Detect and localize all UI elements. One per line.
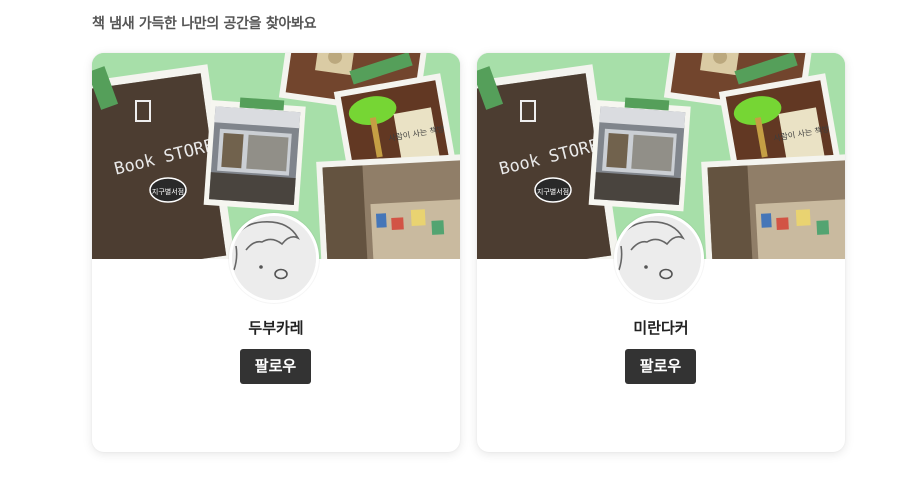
avatar-illustration-icon [617,216,701,300]
avatar-illustration-icon [232,216,316,300]
nickname: 두부카레 [248,319,304,337]
profile-card[interactable]: Book STORE 지구별서점 [477,53,845,452]
profile-card[interactable]: Book STORE 지구별서점 [92,53,460,452]
section-title: 책 냄새 가득한 나만의 공간을 찾아봐요 [92,16,317,32]
nickname: 미란다커 [633,319,689,337]
follow-button[interactable]: 팔로우 [240,349,311,384]
page: 책 냄새 가득한 나만의 공간을 찾아봐요 Book STORE 지구별서점 사… [0,0,919,487]
avatar[interactable] [614,213,704,303]
avatar[interactable] [229,213,319,303]
follow-button[interactable]: 팔로우 [625,349,696,384]
